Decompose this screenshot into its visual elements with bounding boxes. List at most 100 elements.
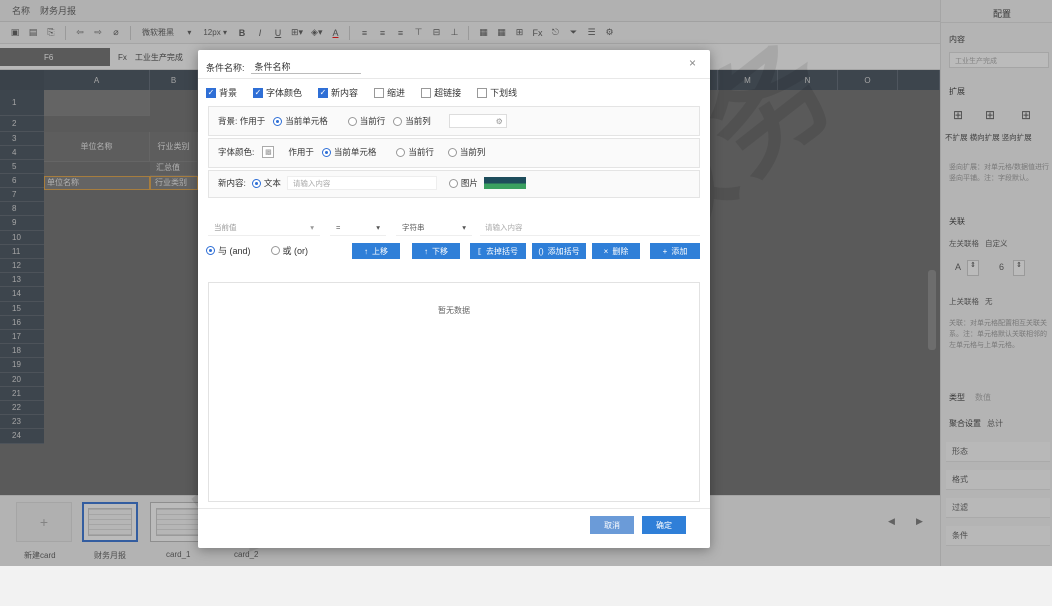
font-scope-cell[interactable]: 当前单元格: [321, 146, 377, 158]
condition-dialog: 条件名称: 条件名称 × ✓ 背景 ✓ 字体颜色 ✓ 新内容 缩进 超链接 下划线 背…: [198, 50, 710, 548]
font-scope-row[interactable]: 当前行: [396, 146, 434, 158]
add-button[interactable]: + 添加: [650, 243, 700, 259]
add-brackets-label: 添加括号: [547, 246, 580, 256]
font-scope-column-label: 当前列: [459, 147, 486, 157]
radio-icon: [251, 178, 261, 188]
delete-label: 删除: [612, 246, 629, 256]
divider: [198, 508, 710, 509]
font-color-swatch[interactable]: ▩: [262, 146, 275, 158]
bracket-icon: (): [538, 246, 544, 256]
remove-brackets-button[interactable]: ⟦ 去掉括号: [470, 243, 526, 259]
field-value: 当前值: [214, 223, 237, 232]
close-icon[interactable]: ×: [689, 56, 696, 70]
font-scope-cell-label: 当前单元格: [333, 147, 377, 157]
bg-scope-column-label: 当前列: [405, 116, 431, 126]
operator-value: =: [336, 223, 341, 232]
logic-or[interactable]: 或 (or): [270, 244, 309, 257]
font-color-label: 字体颜色:: [218, 147, 255, 157]
dialog-title: 条件名称: 条件名称: [206, 60, 361, 74]
content-type-text[interactable]: 文本: [251, 177, 281, 189]
arrow-down-icon: ↑: [424, 246, 428, 256]
checkbox-icon: [374, 87, 385, 98]
empty-state: 暂无数据: [438, 306, 470, 315]
checkbox-indent-label: 缩进: [387, 88, 406, 98]
checkbox-background-label: 背景: [219, 88, 238, 98]
checkbox-underline[interactable]: 下划线: [477, 86, 517, 99]
font-scope-row-label: 当前行: [408, 147, 434, 157]
checkbox-new-content-label: 新内容: [331, 88, 359, 98]
content-type-text-label: 文本: [263, 178, 281, 188]
font-color-row: 字体颜色: ▩ 作用于 当前单元格 当前行 当前列: [218, 146, 485, 158]
cancel-button[interactable]: 取消: [590, 516, 634, 534]
background-row: 背景: 作用于 当前单元格 当前行 当前列 ⚙: [218, 114, 507, 128]
new-content-input[interactable]: 请输入内容: [286, 176, 437, 190]
content-type-image-label: 图片: [460, 178, 478, 188]
add-brackets-button[interactable]: () 添加括号: [532, 243, 586, 259]
checkbox-icon: [477, 87, 488, 98]
checkbox-icon: ✓: [206, 87, 216, 98]
move-down-button[interactable]: ↑ 下移: [412, 243, 460, 259]
checkbox-underline-label: 下划线: [490, 88, 518, 98]
logic-and[interactable]: 与 (and): [206, 244, 251, 257]
radio-icon: [206, 246, 215, 255]
content-type-image[interactable]: 图片: [448, 177, 478, 189]
radio-icon: [447, 147, 457, 157]
bg-scope-row-label: 当前行: [359, 116, 386, 126]
chevron-down-icon: ▾: [310, 223, 314, 232]
move-up-button[interactable]: ↑ 上移: [352, 243, 400, 259]
radio-icon: [321, 147, 331, 157]
add-label: 添加: [671, 246, 688, 256]
bg-scope-column[interactable]: 当前列: [393, 115, 431, 127]
checkbox-font-color-label: 字体颜色: [266, 88, 303, 98]
font-apply-label: 作用于: [288, 147, 314, 157]
logic-and-label: 与 (and): [218, 246, 251, 256]
checkbox-icon: [421, 87, 432, 98]
chevron-down-icon: ▾: [462, 223, 466, 232]
checkbox-background[interactable]: ✓ 背景: [206, 86, 237, 99]
move-up-label: 上移: [372, 246, 388, 256]
condition-table: 暂无数据: [208, 282, 700, 502]
plus-icon: +: [662, 246, 668, 256]
remove-bracket-icon: ⟦: [478, 246, 482, 256]
background-color-picker[interactable]: ⚙: [448, 114, 507, 128]
move-down-label: 下移: [432, 246, 448, 256]
value-type-value: 字符串: [402, 223, 425, 232]
checkbox-hyperlink[interactable]: 超链接: [421, 86, 461, 99]
divider: [198, 78, 710, 79]
filter-value-input[interactable]: 请输入内容: [480, 220, 700, 236]
radio-icon: [393, 116, 403, 126]
checkbox-icon: ✓: [318, 87, 329, 98]
delete-button[interactable]: × 删除: [592, 243, 640, 259]
chevron-down-icon: ▾: [376, 223, 380, 232]
confirm-button[interactable]: 确定: [642, 516, 686, 534]
arrow-up-icon: ↑: [364, 246, 368, 256]
checkbox-hyperlink-label: 超链接: [434, 88, 462, 98]
font-scope-column[interactable]: 当前列: [447, 146, 486, 158]
bg-scope-cell[interactable]: 当前单元格: [273, 115, 328, 127]
logic-row: 与 (and) 或 (or): [206, 244, 308, 257]
effect-checkboxes: ✓ 背景 ✓ 字体颜色 ✓ 新内容 缩进 超链接 下划线: [206, 86, 517, 99]
radio-icon: [273, 116, 283, 126]
condition-name-input[interactable]: 条件名称: [250, 60, 361, 74]
background-label: 背景: 作用于: [218, 116, 266, 126]
checkbox-new-content[interactable]: ✓ 新内容: [318, 86, 358, 99]
field-select[interactable]: 当前值 ▾: [208, 220, 320, 236]
image-thumbnail[interactable]: [483, 177, 526, 189]
logic-or-label: 或 (or): [282, 246, 309, 256]
radio-icon: [396, 147, 406, 157]
bg-scope-row[interactable]: 当前行: [347, 115, 386, 127]
value-type-select[interactable]: 字符串 ▾: [396, 220, 472, 236]
gear-icon: ⚙: [495, 116, 503, 126]
checkbox-indent[interactable]: 缩进: [374, 86, 405, 99]
remove-brackets-label: 去掉括号: [485, 246, 518, 256]
checkbox-icon: ✓: [253, 87, 264, 98]
operator-select[interactable]: = ▾: [330, 220, 386, 236]
bg-scope-cell-label: 当前单元格: [285, 116, 328, 126]
close-icon: ×: [603, 246, 609, 256]
radio-icon: [347, 116, 357, 126]
new-content-label: 新内容:: [218, 178, 246, 188]
radio-icon: [448, 178, 458, 188]
radio-icon: [270, 246, 280, 255]
checkbox-font-color[interactable]: ✓ 字体颜色: [253, 86, 302, 99]
condition-name-label: 条件名称:: [206, 62, 245, 73]
